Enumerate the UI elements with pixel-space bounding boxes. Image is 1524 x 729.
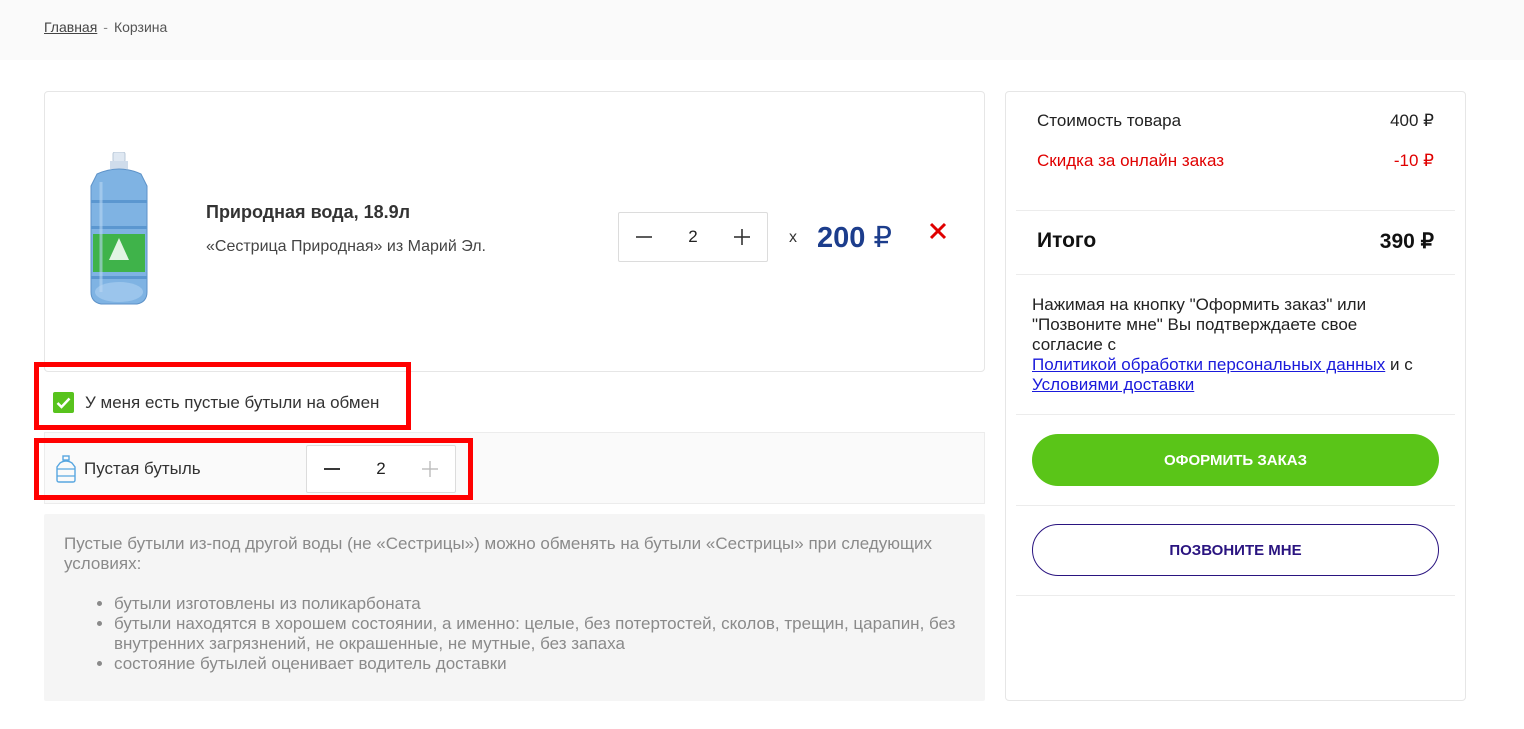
privacy-policy-link[interactable]: Политикой обработки персональных данных [1032,355,1385,374]
unit-price: 200 ₽ [817,220,892,255]
divider [1016,595,1455,596]
breadcrumb-home-link[interactable]: Главная [44,19,97,35]
breadcrumb-separator: - [103,19,108,35]
cost-row: Стоимость товара 400 ₽ [1037,111,1434,131]
order-summary: Стоимость товара 400 ₽ Скидка за онлайн … [1005,91,1466,701]
breadcrumb: Главная - Корзина [44,19,167,35]
conditions-item: состояние бутылей оценивает водитель дос… [114,654,965,674]
consent-and: и с [1389,355,1413,374]
consent-body: Нажимая на кнопку "Оформить заказ" или "… [1032,295,1367,354]
discount-value: -10 ₽ [1393,151,1434,170]
discount-row: Скидка за онлайн заказ -10 ₽ [1037,151,1434,171]
conditions-item: бутыли изготовлены из поликарбоната [114,594,965,614]
remove-item-button[interactable] [929,216,947,246]
divider [1016,210,1455,211]
multiply-sign: x [789,229,797,246]
breadcrumb-current: Корзина [113,19,168,35]
conditions-item: бутыли находятся в хорошем состоянии, а … [114,614,965,654]
conditions-list: бутыли изготовлены из поликарбоната буты… [64,594,965,674]
plus-icon [734,229,750,245]
discount-label: Скидка за онлайн заказ [1037,151,1225,170]
call-me-button[interactable]: ПОЗВОНИТЕ МНЕ [1032,524,1439,576]
breadcrumb-bar: Главная - Корзина [0,0,1524,60]
divider [1016,274,1455,275]
highlight-box-exchange [34,362,411,430]
price-currency: ₽ [873,222,892,254]
total-label: Итого [1037,229,1097,252]
quantity-value[interactable]: 2 [669,227,717,247]
delivery-terms-link[interactable]: Условиями доставки [1032,375,1194,394]
total-row: Итого 390 ₽ [1037,229,1434,254]
close-icon [929,222,947,240]
divider [1016,505,1455,506]
quantity-stepper: 2 [618,212,768,262]
decrement-button[interactable] [619,213,669,261]
highlight-box-empty-bottle [34,438,473,500]
minus-icon [636,236,652,238]
increment-button[interactable] [717,213,767,261]
product-description: «Сестрица Природная» из Марий Эл. [206,238,486,255]
price-value: 200 [817,222,866,254]
exchange-conditions: Пустые бутыли из-под другой воды (не «Се… [44,514,985,701]
cart-item-card: Природная вода, 18.9л «Сестрица Природна… [44,91,985,372]
consent-text: Нажимая на кнопку "Оформить заказ" или "… [1032,295,1432,395]
water-bottle-image [90,152,148,305]
cost-value: 400 ₽ [1390,111,1434,130]
divider [1016,414,1455,415]
conditions-intro: Пустые бутыли из-под другой воды (не «Се… [64,534,932,573]
total-value: 390 ₽ [1379,230,1434,253]
place-order-button[interactable]: ОФОРМИТЬ ЗАКАЗ [1032,434,1439,486]
product-name: Природная вода, 18.9л [206,202,411,222]
cost-label: Стоимость товара [1037,111,1182,130]
